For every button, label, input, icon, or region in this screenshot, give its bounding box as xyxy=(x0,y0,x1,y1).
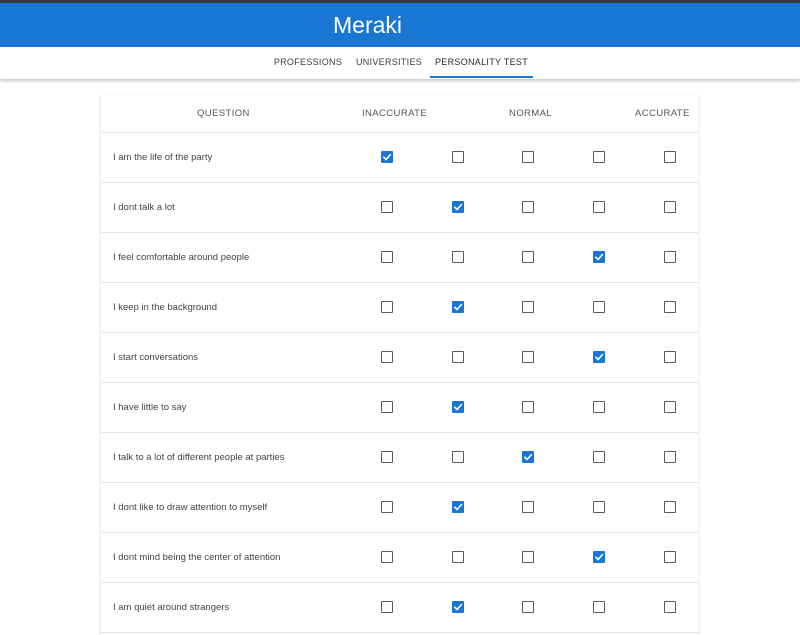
rating-checkbox-2[interactable] xyxy=(452,601,464,613)
rating-checkbox-2[interactable] xyxy=(452,501,464,513)
rating-checkbox-4[interactable] xyxy=(593,501,605,513)
rating-checkbox-1[interactable] xyxy=(381,601,393,613)
rating-checkbox-1[interactable] xyxy=(381,351,393,363)
table-row: I feel comfortable around people xyxy=(101,233,698,283)
question-text: I dont talk a lot xyxy=(113,202,175,213)
check-icon xyxy=(524,453,533,461)
table-header-row: QUESTION INACCURATE NORMAL ACCURATE xyxy=(101,95,698,133)
rating-checkbox-2[interactable] xyxy=(452,551,464,563)
rating-checkbox-4[interactable] xyxy=(593,601,605,613)
rating-checkbox-4[interactable] xyxy=(593,201,605,213)
rating-checkbox-3[interactable] xyxy=(522,501,534,513)
question-text: I talk to a lot of different people at p… xyxy=(113,452,285,463)
rating-checkbox-3[interactable] xyxy=(522,601,534,613)
rating-checkbox-4[interactable] xyxy=(593,251,605,263)
check-icon xyxy=(595,253,604,261)
rating-checkbox-4[interactable] xyxy=(593,351,605,363)
table-row: I dont mind being the center of attentio… xyxy=(101,533,698,583)
rating-checkbox-3[interactable] xyxy=(522,301,534,313)
rating-checkbox-5[interactable] xyxy=(664,201,676,213)
rating-checkbox-3[interactable] xyxy=(522,351,534,363)
check-icon xyxy=(383,153,392,161)
question-text: I start conversations xyxy=(113,352,199,363)
check-icon xyxy=(454,303,463,311)
rating-checkbox-2[interactable] xyxy=(452,201,464,213)
rating-checkbox-4[interactable] xyxy=(593,301,605,313)
check-icon xyxy=(454,503,463,511)
question-text: I am quiet around strangers xyxy=(113,602,230,613)
nav-tabs: PROFESSIONS UNIVERSITIES PERSONALITY TES… xyxy=(0,47,800,79)
rating-checkbox-4[interactable] xyxy=(593,451,605,463)
column-header-accurate: ACCURATE xyxy=(635,108,690,119)
rating-checkbox-5[interactable] xyxy=(664,151,676,163)
question-text: I have little to say xyxy=(113,402,187,413)
rating-checkbox-5[interactable] xyxy=(664,301,676,313)
rating-checkbox-1[interactable] xyxy=(381,401,393,413)
app-title: Meraki xyxy=(333,12,403,38)
rating-checkbox-1[interactable] xyxy=(381,551,393,563)
column-header-normal: NORMAL xyxy=(509,108,553,119)
rating-checkbox-2[interactable] xyxy=(452,301,464,313)
check-icon xyxy=(454,403,463,411)
rating-checkbox-3[interactable] xyxy=(522,251,534,263)
rating-checkbox-1[interactable] xyxy=(381,451,393,463)
column-header-question: QUESTION xyxy=(197,108,250,119)
check-icon xyxy=(454,603,463,611)
rating-checkbox-5[interactable] xyxy=(664,251,676,263)
check-icon xyxy=(595,553,604,561)
table-row: I dont talk a lot xyxy=(101,183,698,233)
rating-checkbox-2[interactable] xyxy=(452,401,464,413)
table-row: I keep in the background xyxy=(101,283,698,333)
rating-checkbox-1[interactable] xyxy=(381,301,393,313)
rating-checkbox-3[interactable] xyxy=(522,451,534,463)
rating-checkbox-2[interactable] xyxy=(452,251,464,263)
rating-checkbox-5[interactable] xyxy=(664,351,676,363)
rating-checkbox-5[interactable] xyxy=(664,601,676,613)
table-row: I am quiet around strangers xyxy=(101,583,698,633)
question-text: I dont like to draw attention to myself xyxy=(113,502,268,513)
check-icon xyxy=(454,203,463,211)
table-row: I start conversations xyxy=(101,333,698,383)
table-row: I dont like to draw attention to myself xyxy=(101,483,698,533)
rating-checkbox-1[interactable] xyxy=(381,151,393,163)
rating-checkbox-3[interactable] xyxy=(522,201,534,213)
rating-checkbox-3[interactable] xyxy=(522,151,534,163)
rating-checkbox-1[interactable] xyxy=(381,201,393,213)
rating-checkbox-5[interactable] xyxy=(664,551,676,563)
rating-checkbox-2[interactable] xyxy=(452,351,464,363)
rating-checkbox-4[interactable] xyxy=(593,401,605,413)
app-header: Meraki xyxy=(0,3,800,47)
rating-checkbox-3[interactable] xyxy=(522,551,534,563)
rating-checkbox-1[interactable] xyxy=(381,501,393,513)
column-header-inaccurate: INACCURATE xyxy=(362,108,428,119)
rating-checkbox-4[interactable] xyxy=(593,151,605,163)
rating-checkbox-2[interactable] xyxy=(452,451,464,463)
rating-checkbox-4[interactable] xyxy=(593,551,605,563)
tab-personality-test[interactable]: PERSONALITY TEST xyxy=(430,47,533,78)
question-text: I feel comfortable around people xyxy=(113,252,250,263)
table-row: I talk to a lot of different people at p… xyxy=(101,433,698,483)
question-text: I dont mind being the center of attentio… xyxy=(113,552,281,563)
rating-checkbox-5[interactable] xyxy=(664,501,676,513)
rating-checkbox-1[interactable] xyxy=(381,251,393,263)
rating-checkbox-5[interactable] xyxy=(664,451,676,463)
table-row: I have little to say xyxy=(101,383,698,433)
rating-checkbox-2[interactable] xyxy=(452,151,464,163)
tab-professions[interactable]: PROFESSIONS xyxy=(270,47,346,78)
rating-checkbox-5[interactable] xyxy=(664,401,676,413)
tab-universities[interactable]: UNIVERSITIES xyxy=(352,47,426,78)
personality-test-table: QUESTION INACCURATE NORMAL ACCURATE I am… xyxy=(101,95,698,635)
table-row: I am the life of the party xyxy=(101,133,698,183)
question-text: I am the life of the party xyxy=(113,152,213,163)
check-icon xyxy=(595,353,604,361)
question-text: I keep in the background xyxy=(113,302,218,313)
rating-checkbox-3[interactable] xyxy=(522,401,534,413)
